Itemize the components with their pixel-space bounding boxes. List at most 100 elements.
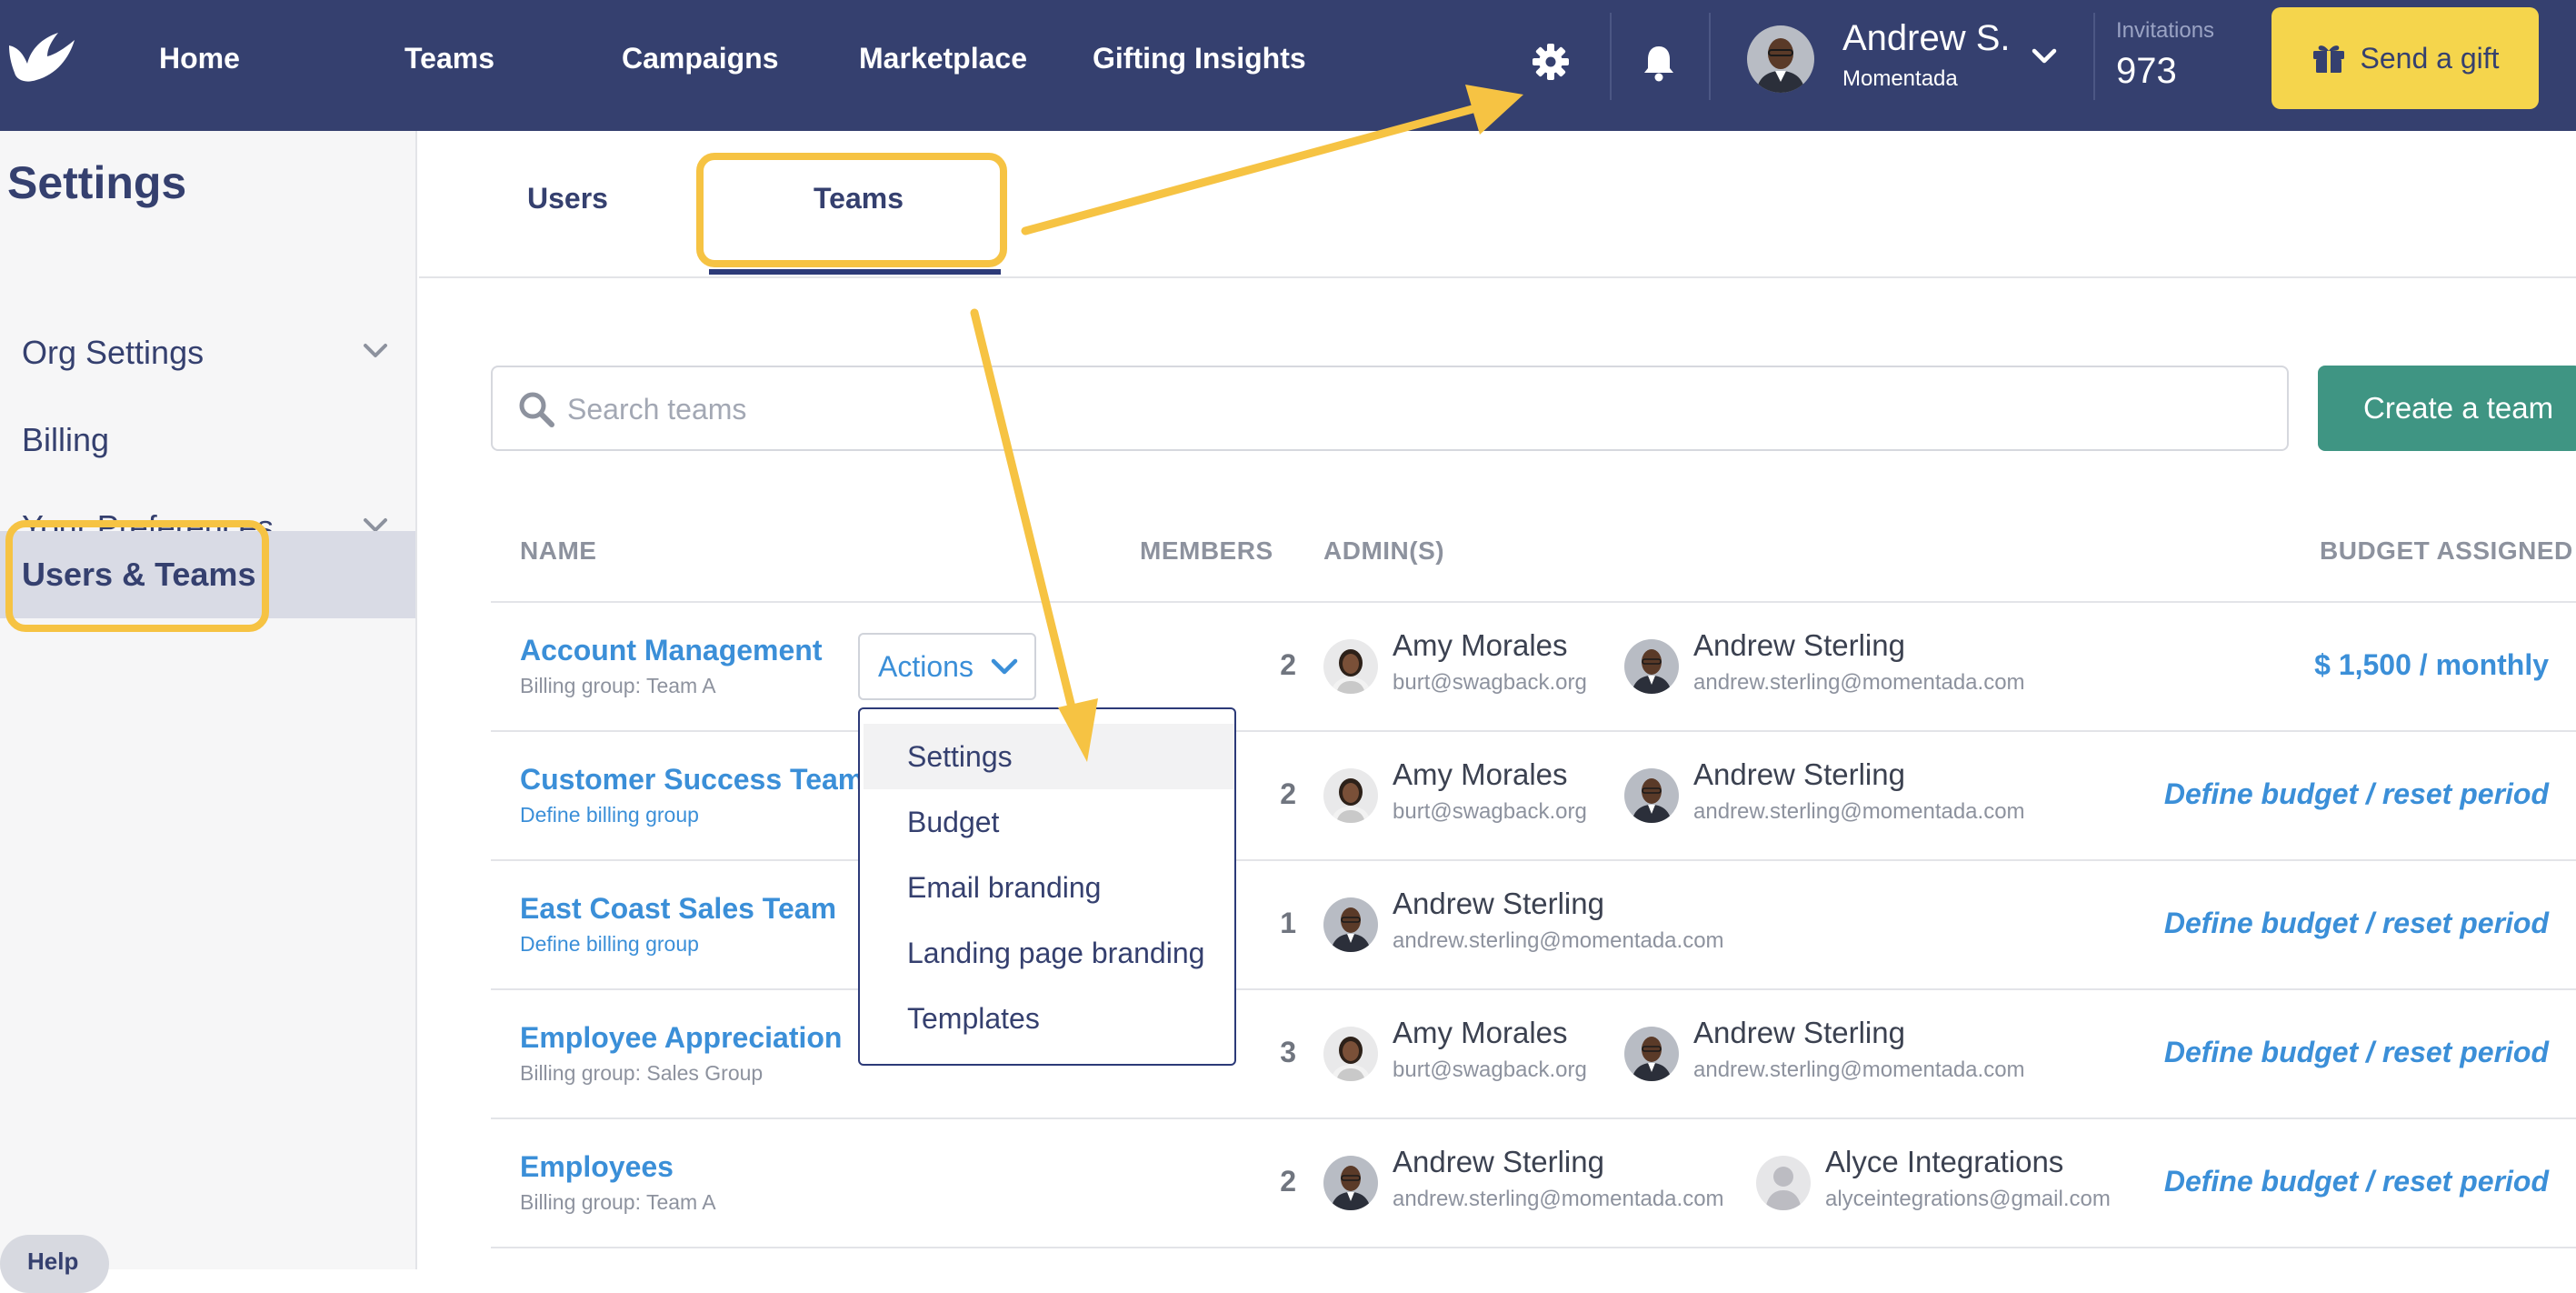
admin-avatar — [1624, 639, 1679, 694]
admin-email: burt@swagback.org — [1393, 670, 1587, 695]
table-row: Customer Success Team - E Define billing… — [491, 732, 2576, 861]
admin-avatar — [1323, 768, 1378, 823]
bird-logo-icon[interactable] — [5, 27, 76, 85]
admin-name: Andrew Sterling — [1693, 757, 1905, 791]
settings-tabs: Users Teams — [419, 131, 2576, 278]
user-name[interactable]: Andrew S. — [1842, 16, 2011, 60]
team-name-link[interactable]: Account Management — [520, 634, 822, 667]
billing-group: Billing group: Team A — [520, 1190, 716, 1214]
nav-campaigns-link[interactable]: Campaigns — [622, 38, 778, 78]
table-row: Employees Billing group: Team A 2 Andrew… — [491, 1119, 2576, 1248]
admin-email: andrew.sterling@momentada.com — [1393, 928, 1724, 953]
actions-dropdown-button[interactable]: Actions — [858, 633, 1036, 700]
team-name-link[interactable]: East Coast Sales Team — [520, 892, 836, 926]
menu-item-landing-page-branding[interactable]: Landing page branding — [864, 920, 1234, 986]
invitations-label: Invitations — [2116, 18, 2215, 43]
search-icon — [519, 392, 554, 427]
nav-divider — [1610, 13, 1612, 100]
define-billing-group-link[interactable]: Define billing group — [520, 803, 699, 827]
table-row: Account Management Billing group: Team A… — [491, 603, 2576, 732]
team-name-link[interactable]: Customer Success Team - E — [520, 763, 909, 797]
admin-email: burt@swagback.org — [1393, 799, 1587, 824]
column-header-admins: ADMIN(S) — [1323, 536, 1445, 565]
admin-avatar — [1323, 639, 1378, 694]
nav-divider — [2093, 13, 2095, 100]
define-budget-link[interactable]: Define budget / reset period — [2164, 1036, 2549, 1069]
tab-users[interactable]: Users — [527, 182, 608, 216]
define-budget-link[interactable]: Define budget / reset period — [2164, 1165, 2549, 1198]
define-budget-link[interactable]: Define budget / reset period — [2164, 907, 2549, 940]
admin-avatar — [1624, 1027, 1679, 1081]
chevron-down-icon — [991, 658, 1018, 675]
admin-email: burt@swagback.org — [1393, 1057, 1587, 1082]
admin-name: Amy Morales — [1393, 628, 1568, 662]
nav-marketplace-link[interactable]: Marketplace — [859, 38, 1027, 78]
menu-item-templates[interactable]: Templates — [864, 986, 1234, 1051]
team-name-link[interactable]: Employee Appreciation — [520, 1021, 842, 1055]
nav-home-link[interactable]: Home — [159, 38, 240, 78]
search-box — [491, 366, 2289, 451]
admin-name: Amy Morales — [1393, 1016, 1568, 1049]
chevron-down-icon — [364, 344, 387, 357]
gift-icon — [2312, 45, 2344, 73]
gear-icon[interactable] — [1531, 42, 1571, 82]
define-billing-group-link[interactable]: Define billing group — [520, 932, 699, 957]
nav-divider — [1709, 13, 1711, 100]
admin-name: Andrew Sterling — [1693, 628, 1905, 662]
table-row: East Coast Sales Team Define billing gro… — [491, 861, 2576, 990]
admin-name: Andrew Sterling — [1393, 1145, 1604, 1178]
menu-item-budget[interactable]: Budget — [864, 789, 1234, 855]
invitations-count: 973 — [2116, 51, 2177, 91]
column-header-budget: BUDGET ASSIGNED — [2320, 536, 2573, 565]
member-count: 2 — [1280, 648, 1296, 681]
menu-item-settings[interactable]: Settings — [864, 724, 1234, 789]
admin-avatar — [1624, 768, 1679, 823]
nav-gifting-insights-link[interactable]: Gifting Insights — [1093, 38, 1306, 78]
user-avatar[interactable] — [1747, 25, 1814, 93]
admin-name: Amy Morales — [1393, 757, 1568, 791]
admin-avatar — [1756, 1156, 1811, 1210]
sidebar-item-billing[interactable]: Billing — [0, 396, 415, 484]
column-header-members: MEMBERS — [1140, 536, 1273, 565]
admin-avatar — [1323, 1156, 1378, 1210]
actions-label: Actions — [878, 650, 973, 683]
bell-icon[interactable] — [1641, 43, 1677, 83]
admin-name: Alyce Integrations — [1825, 1145, 2064, 1178]
admin-avatar — [1323, 897, 1378, 952]
admin-avatar — [1323, 1027, 1378, 1081]
actions-menu: Settings Budget Email branding Landing p… — [858, 707, 1236, 1066]
column-header-name: NAME — [520, 536, 597, 565]
admin-name: Andrew Sterling — [1693, 1016, 1905, 1049]
top-navigation-bar: Home Teams Campaigns Marketplace Gifting… — [0, 0, 2576, 131]
help-button[interactable]: Help — [0, 1235, 109, 1293]
sidebar-item-label: Billing — [22, 421, 110, 458]
sidebar-item-label: Org Settings — [22, 334, 205, 371]
admin-email: alyceintegrations@gmail.com — [1825, 1187, 2111, 1211]
sidebar-item-org-settings[interactable]: Org Settings — [0, 309, 415, 396]
send-gift-button[interactable]: Send a gift — [2271, 7, 2539, 109]
billing-group: Billing group: Sales Group — [520, 1061, 764, 1085]
sidebar-title: Settings — [7, 157, 187, 208]
team-name-link[interactable]: Employees — [520, 1150, 674, 1184]
member-count: 1 — [1280, 907, 1296, 939]
sidebar-item-users-and-teams[interactable]: Users & Teams — [0, 531, 415, 618]
nav-teams-link[interactable]: Teams — [404, 38, 494, 78]
admin-email: andrew.sterling@momentada.com — [1693, 799, 2025, 824]
admin-email: andrew.sterling@momentada.com — [1693, 1057, 2025, 1082]
member-count: 2 — [1280, 1165, 1296, 1198]
budget-link[interactable]: $ 1,500 / monthly — [2314, 648, 2549, 682]
admin-email: andrew.sterling@momentada.com — [1693, 670, 2025, 695]
settings-sidebar: Settings Org Settings Billing Your Prefe… — [0, 131, 417, 1293]
table-row: Employee Appreciation Billing group: Sal… — [491, 990, 2576, 1119]
create-team-button[interactable]: Create a team — [2318, 366, 2576, 451]
tab-teams[interactable]: Teams — [814, 182, 904, 216]
chevron-down-icon[interactable] — [2031, 45, 2058, 67]
define-budget-link[interactable]: Define budget / reset period — [2164, 777, 2549, 811]
menu-item-email-branding[interactable]: Email branding — [864, 855, 1234, 920]
billing-group: Billing group: Team A — [520, 674, 716, 697]
search-input[interactable] — [567, 387, 2249, 431]
member-count: 2 — [1280, 777, 1296, 810]
active-tab-indicator — [709, 269, 1001, 275]
admin-name: Andrew Sterling — [1393, 887, 1604, 920]
user-organization: Momentada — [1842, 66, 1958, 91]
